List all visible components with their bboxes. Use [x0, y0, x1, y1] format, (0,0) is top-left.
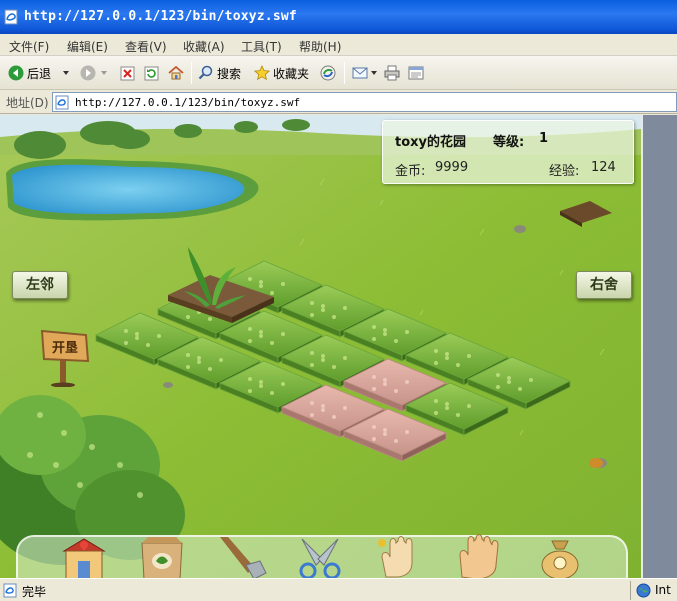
chevron-down-icon — [371, 71, 377, 75]
ie-page-icon — [3, 583, 17, 598]
chevron-down-icon — [101, 71, 107, 75]
menu-file[interactable]: 文件(F) — [9, 38, 49, 55]
home-button[interactable] — [168, 62, 184, 84]
back-dropdown[interactable] — [62, 62, 70, 84]
window-title: http://127.0.0.1/123/bin/toxyz.swf — [24, 9, 297, 24]
exp-value: 124 — [591, 160, 616, 175]
toolbar: 后退 搜索 收藏夹 — [0, 56, 677, 90]
pick-hand-icon[interactable] — [372, 533, 428, 578]
vertical-scrollbar[interactable] — [641, 115, 677, 578]
ie-page-icon — [55, 95, 69, 110]
back-arrow-icon — [8, 65, 24, 81]
browser-content: toxy的花园 等级: 1 金币: 9999 经验: 124 左邻 右舍 开垦 — [0, 115, 677, 578]
exp-label: 经验: — [549, 164, 580, 179]
level-label: 等级: — [493, 135, 525, 150]
menu-edit[interactable]: 编辑(E) — [67, 38, 108, 55]
forward-arrow-icon — [80, 65, 96, 81]
search-button[interactable]: 搜索 — [198, 62, 241, 84]
shop-icon[interactable] — [56, 533, 112, 578]
edit-page-button[interactable] — [408, 62, 424, 84]
back-button[interactable]: 后退 — [8, 62, 51, 84]
address-input[interactable]: http://127.0.0.1/123/bin/toxyz.swf — [52, 92, 677, 112]
status-bar: 完毕 Int — [0, 578, 677, 601]
edit-page-icon — [408, 66, 424, 80]
address-bar: 地址(D) http://127.0.0.1/123/bin/toxyz.swf — [0, 90, 677, 114]
money-bag-icon[interactable] — [532, 533, 588, 578]
gold-label: 金币: — [395, 164, 426, 179]
hand-icon[interactable] — [452, 533, 508, 578]
level-value: 1 — [539, 131, 549, 146]
mail-button[interactable] — [352, 62, 378, 84]
menu-favorites[interactable]: 收藏(A) — [183, 38, 225, 55]
search-icon — [198, 65, 213, 80]
scissors-icon[interactable] — [292, 533, 348, 578]
garden-info-panel: toxy的花园 等级: 1 金币: 9999 经验: 124 — [382, 120, 634, 184]
search-label: 搜索 — [217, 66, 242, 81]
forward-button[interactable] — [80, 62, 108, 84]
globe-icon — [636, 583, 651, 598]
refresh-button[interactable] — [144, 62, 159, 84]
stop-button[interactable] — [120, 62, 135, 84]
menu-tools[interactable]: 工具(T) — [241, 38, 282, 55]
security-zone: Int — [630, 581, 677, 600]
right-neighbor-button[interactable]: 右舍 — [576, 271, 632, 299]
menu-view[interactable]: 查看(V) — [125, 38, 167, 55]
menu-help[interactable]: 帮助(H) — [299, 38, 341, 55]
favorites-label: 收藏夹 — [273, 66, 310, 81]
refresh-icon — [144, 66, 159, 80]
seed-bag-icon[interactable] — [134, 533, 190, 578]
print-icon — [384, 65, 400, 81]
zone-text: Int — [655, 583, 671, 597]
menu-bar: 文件(F) 编辑(E) 查看(V) 收藏(A) 工具(T) 帮助(H) — [0, 34, 677, 56]
garden-scene — [0, 115, 641, 578]
address-url: http://127.0.0.1/123/bin/toxyz.swf — [75, 96, 301, 109]
favorites-button[interactable]: 收藏夹 — [254, 62, 309, 84]
flash-game-canvas[interactable]: toxy的花园 等级: 1 金币: 9999 经验: 124 左邻 右舍 开垦 — [0, 115, 641, 578]
left-neighbor-button[interactable]: 左邻 — [12, 271, 68, 299]
window-titlebar: http://127.0.0.1/123/bin/toxyz.swf — [0, 0, 677, 34]
stop-icon — [120, 66, 135, 80]
mail-icon — [352, 67, 368, 79]
reclaim-sign-icon[interactable] — [40, 327, 92, 387]
ie-page-icon — [4, 9, 18, 25]
status-text: 完毕 — [22, 585, 47, 599]
home-icon — [168, 65, 184, 80]
gold-value: 9999 — [435, 160, 469, 175]
reclaim-sign-label: 开垦 — [52, 341, 79, 356]
media-icon — [320, 65, 336, 81]
print-button[interactable] — [384, 62, 400, 84]
back-label: 后退 — [27, 66, 52, 81]
star-icon — [254, 65, 270, 81]
address-label: 地址(D) — [6, 96, 49, 110]
media-button[interactable] — [320, 62, 336, 84]
chevron-down-icon — [63, 71, 69, 75]
shovel-icon[interactable] — [214, 533, 270, 578]
garden-name: toxy的花园 — [395, 135, 467, 150]
